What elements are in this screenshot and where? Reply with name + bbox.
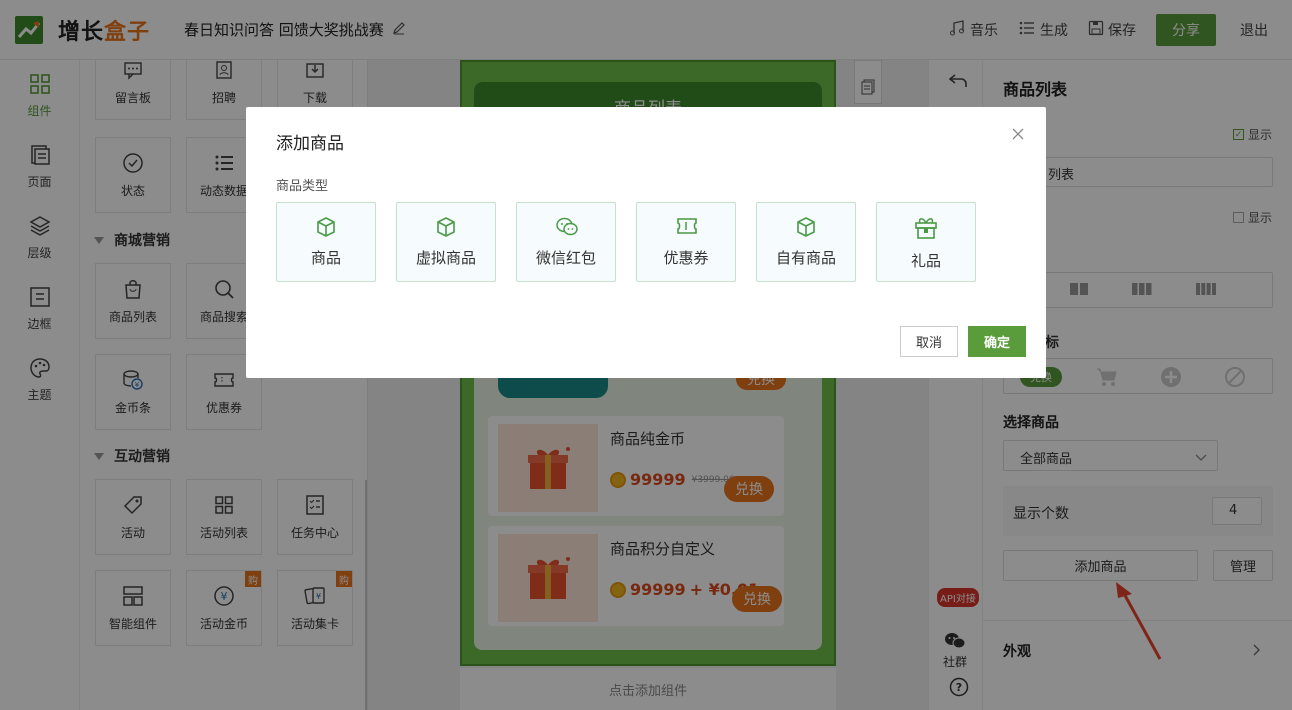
add-goods-dialog: 添加商品 商品类型 商品 虚拟商品 微信红包 优惠券 自有商品 礼品 取消 确定 — [246, 107, 1046, 378]
option-label: 虚拟商品 — [415, 248, 476, 267]
coupon-icon — [676, 217, 697, 237]
option-label: 礼品 — [910, 251, 941, 270]
option-label: 微信红包 — [535, 248, 596, 267]
option-own-goods[interactable]: 自有商品 — [756, 202, 856, 282]
box-icon — [316, 216, 336, 237]
option-goods[interactable]: 商品 — [276, 202, 376, 282]
option-gift[interactable]: 礼品 — [876, 202, 976, 282]
option-label: 商品 — [310, 248, 341, 267]
confirm-button[interactable]: 确定 — [968, 326, 1026, 357]
option-virtual-goods[interactable]: 虚拟商品 — [396, 202, 496, 282]
virtual-box-icon — [436, 216, 456, 237]
option-label: 优惠券 — [663, 248, 709, 267]
cancel-button[interactable]: 取消 — [900, 326, 958, 357]
own-box-icon — [796, 216, 816, 237]
wechat-icon — [556, 217, 578, 237]
dialog-title: 添加商品 — [276, 134, 344, 154]
goods-type-label: 商品类型 — [276, 179, 329, 194]
option-label: 自有商品 — [775, 248, 836, 267]
gift-icon — [913, 214, 939, 240]
close-icon[interactable] — [1010, 127, 1026, 143]
option-wechat-redpacket[interactable]: 微信红包 — [516, 202, 616, 282]
option-coupon[interactable]: 优惠券 — [636, 202, 736, 282]
